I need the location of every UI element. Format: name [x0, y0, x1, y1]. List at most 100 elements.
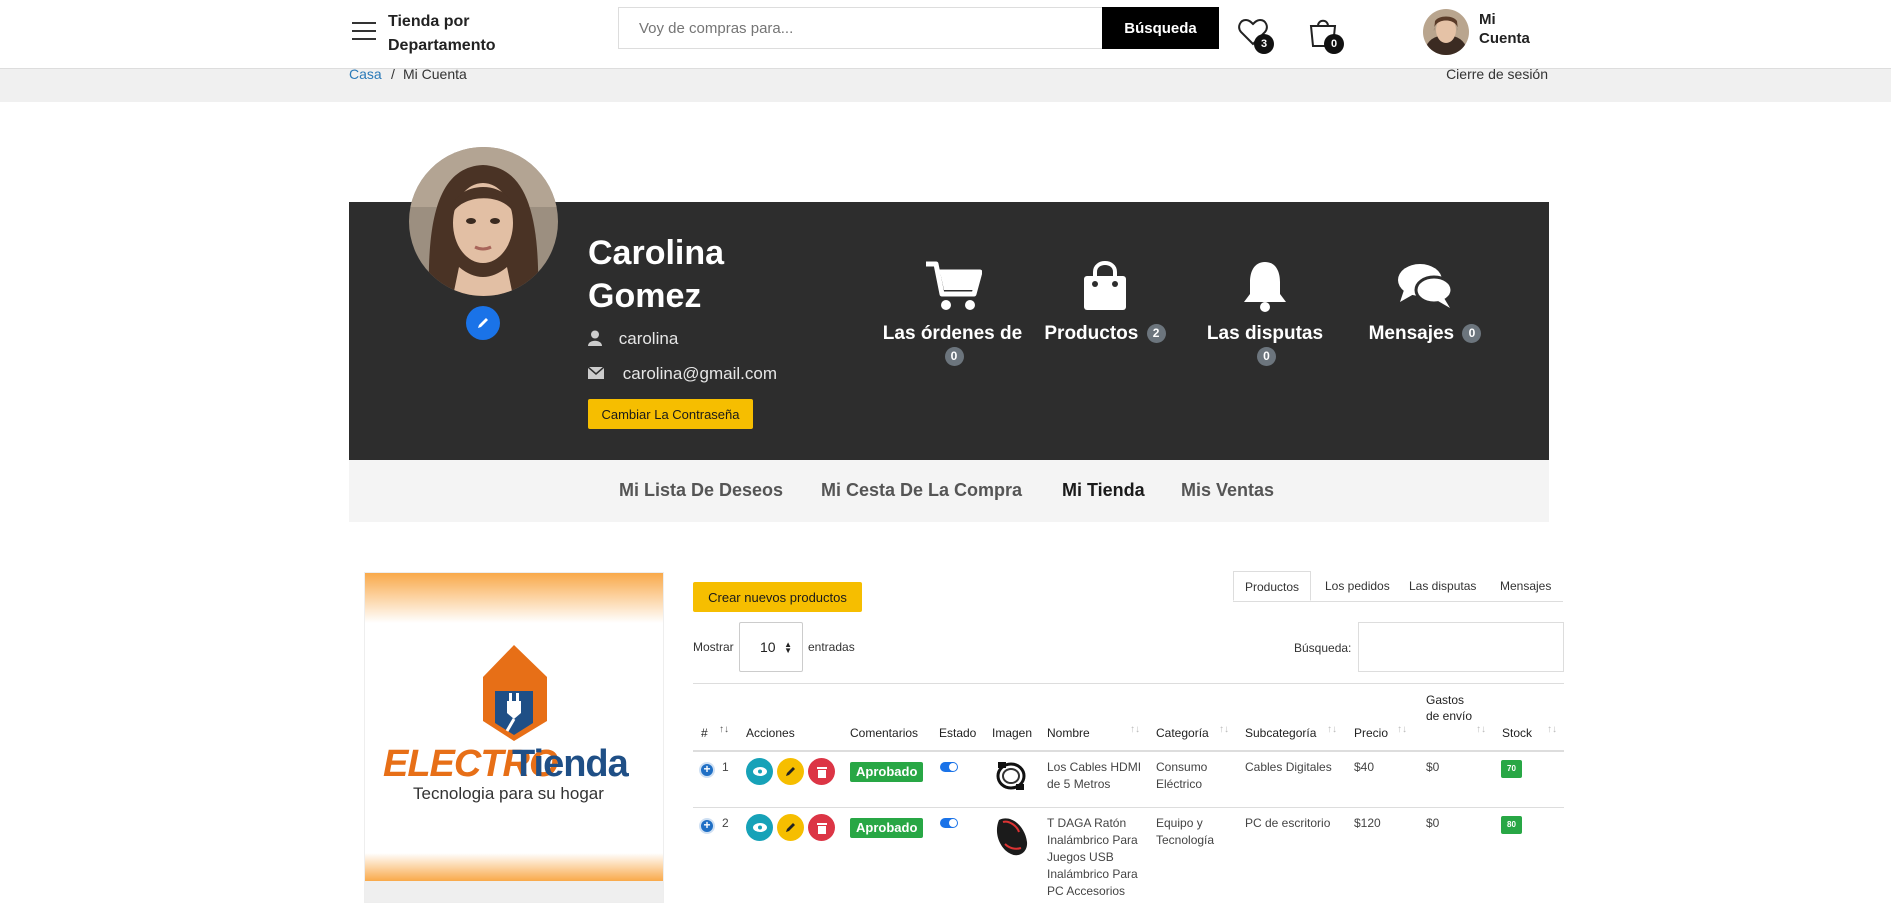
store-logo-word-tienda: Tienda	[512, 743, 629, 785]
tab-orders[interactable]: Los pedidos	[1314, 571, 1401, 601]
col-subcategory[interactable]: Subcategoría	[1245, 725, 1316, 741]
col-actions: Acciones	[746, 726, 795, 740]
user-icon	[588, 330, 602, 346]
stat-orders[interactable]: Las órdenes de 0	[880, 260, 1025, 368]
stat-orders-count: 0	[944, 347, 964, 367]
wishlist-count-badge: 3	[1254, 34, 1274, 54]
shopping-bag-icon	[1084, 261, 1126, 310]
profile-email: carolina@gmail.com	[622, 364, 777, 383]
trash-icon	[816, 822, 827, 834]
cart-count-badge: 0	[1324, 34, 1344, 54]
delete-product-button[interactable]	[808, 758, 835, 785]
delete-product-button[interactable]	[808, 814, 835, 841]
edit-product-button[interactable]	[777, 758, 804, 785]
breadcrumb-home-link[interactable]: Casa	[349, 66, 382, 82]
status-toggle[interactable]	[940, 818, 958, 828]
breadcrumb: Casa / Mi Cuenta Cierre de sesión	[0, 66, 1891, 102]
product-shipping: $0	[1426, 816, 1440, 830]
product-name[interactable]: Los Cables HDMI de 5 Metros	[1047, 759, 1147, 793]
col-status: Estado	[939, 726, 977, 740]
top-header: Tienda por Departamento Búsqueda 3 0 Mi …	[0, 0, 1891, 69]
col-image: Imagen	[992, 726, 1033, 740]
tab-disputes[interactable]: Las disputas	[1398, 571, 1487, 601]
profile-name: Carolina Gomez	[588, 234, 725, 315]
sort-icon[interactable]: ↑↓	[1397, 724, 1407, 735]
pencil-icon	[786, 767, 795, 776]
product-subcategory: Cables Digitales	[1245, 760, 1332, 774]
header-avatar[interactable]	[1423, 9, 1469, 55]
tab-my-store[interactable]: Mi Tienda	[1062, 480, 1145, 501]
product-name[interactable]: T DAGA Ratón Inalámbrico Para Juegos USB…	[1047, 815, 1147, 900]
select-arrows-icon: ▲ ▼	[784, 640, 792, 655]
stat-products-count: 2	[1146, 324, 1166, 344]
menu-icon[interactable]	[352, 22, 376, 42]
product-category: Consumo Eléctrico	[1156, 760, 1208, 791]
show-entries-label: Mostrar	[693, 640, 734, 654]
row-number: 2	[722, 816, 729, 830]
trash-icon	[816, 766, 827, 778]
col-price[interactable]: Precio	[1354, 725, 1388, 741]
sort-icon[interactable]: ↑↓	[1130, 724, 1140, 735]
stock-badge: 80	[1501, 816, 1522, 834]
row-number: 1	[722, 760, 729, 774]
edit-product-button[interactable]	[777, 814, 804, 841]
view-product-button[interactable]	[746, 814, 773, 841]
profile-avatar	[409, 147, 558, 296]
stat-messages[interactable]: Mensajes 0	[1360, 260, 1490, 345]
stat-messages-count: 0	[1462, 324, 1482, 344]
entries-label: entradas	[808, 640, 855, 654]
wishlist-button[interactable]: 3	[1238, 18, 1274, 54]
sort-icon[interactable]: ↑↓	[1547, 724, 1557, 735]
col-category[interactable]: Categoría	[1156, 725, 1209, 741]
cart-button[interactable]: 0	[1308, 16, 1344, 54]
sort-icon[interactable]: ↑↓	[1327, 724, 1337, 735]
edit-profile-photo-button[interactable]	[466, 306, 500, 340]
view-product-button[interactable]	[746, 758, 773, 785]
create-product-button[interactable]: Crear nuevos productos	[693, 582, 862, 612]
sort-asc-icon[interactable]: ↑↓	[719, 724, 729, 735]
product-subcategory: PC de escritorio	[1245, 816, 1331, 830]
tab-products[interactable]: Productos	[1233, 571, 1312, 601]
change-password-button[interactable]: Cambiar La Contraseña	[588, 399, 753, 429]
col-stock[interactable]: Stock	[1502, 725, 1532, 741]
col-number[interactable]: #	[701, 725, 708, 741]
stat-messages-label: Mensajes	[1368, 323, 1455, 344]
col-shipping[interactable]: Gastos de envío	[1426, 692, 1476, 724]
pencil-icon	[786, 823, 795, 832]
envelope-icon	[587, 366, 605, 379]
page-length-value: 10	[760, 639, 776, 655]
sort-icon[interactable]: ↑↓	[1219, 724, 1229, 735]
store-logo-house-icon	[483, 645, 547, 741]
tab-wishlist[interactable]: Mi Lista De Deseos	[619, 480, 783, 501]
status-toggle[interactable]	[940, 762, 958, 772]
account-tabs: Mi Lista De Deseos Mi Cesta De La Compra…	[349, 460, 1549, 522]
tab-messages[interactable]: Mensajes	[1489, 571, 1562, 601]
store-logo-tagline: Tecnologia para su hogar	[413, 784, 604, 803]
profile-email-row: carolina@gmail.com	[587, 364, 777, 384]
store-card: ELECTRO Tienda Tecnologia para su hogar	[364, 572, 664, 903]
search-button[interactable]: Búsqueda	[1102, 7, 1219, 49]
logout-link[interactable]: Cierre de sesión	[1446, 66, 1548, 82]
account-link[interactable]: Mi Cuenta	[1479, 10, 1539, 48]
breadcrumb-separator: /	[391, 66, 395, 82]
tab-my-sales[interactable]: Mis Ventas	[1181, 480, 1274, 501]
product-price: $120	[1354, 816, 1381, 830]
col-comments: Comentarios	[850, 726, 919, 740]
expand-row-button[interactable]: +	[699, 818, 715, 834]
page-length-select[interactable]: 10 ▲ ▼	[739, 622, 803, 672]
product-shipping: $0	[1426, 760, 1440, 774]
profile-username-row: carolina	[588, 329, 678, 349]
bell-icon	[1244, 262, 1286, 312]
eye-icon	[752, 767, 767, 776]
col-name[interactable]: Nombre	[1047, 725, 1090, 741]
table-search-input[interactable]	[1358, 622, 1564, 672]
expand-row-button[interactable]: +	[699, 762, 715, 778]
sort-icon[interactable]: ↑↓	[1476, 724, 1486, 735]
stat-disputes[interactable]: Las disputas 0	[1200, 260, 1330, 368]
search-input[interactable]	[618, 7, 1103, 49]
tab-cart[interactable]: Mi Cesta De La Compra	[821, 480, 1022, 501]
product-category: Equipo y Tecnología	[1156, 816, 1215, 847]
stat-products[interactable]: Productos 2	[1040, 260, 1170, 345]
cart-icon	[925, 261, 982, 310]
department-menu-label[interactable]: Tienda por Departamento	[388, 10, 518, 58]
